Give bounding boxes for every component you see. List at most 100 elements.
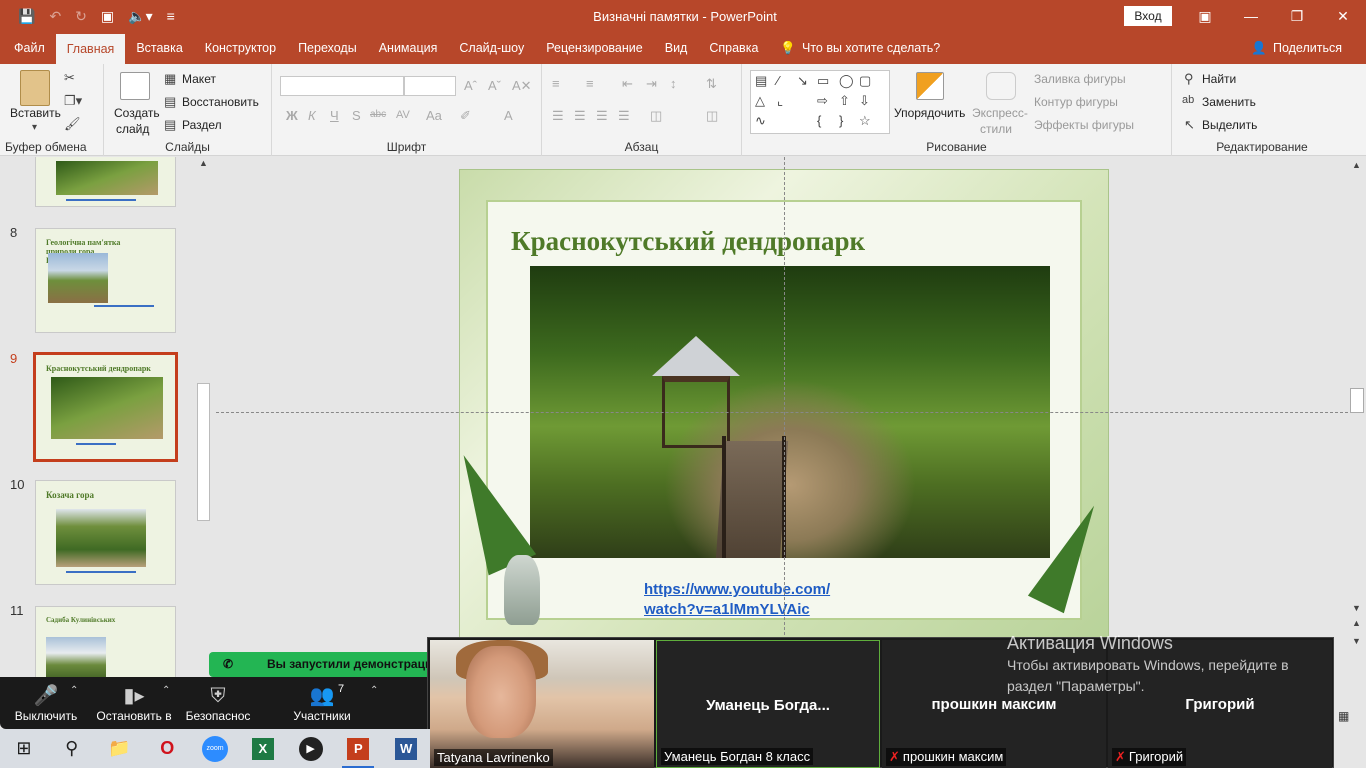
down-arrow-shape-icon[interactable]: ⇩ bbox=[859, 93, 870, 109]
textbox-shape-icon[interactable]: ▤ bbox=[755, 73, 767, 89]
participants-button[interactable]: 👥 Участники 7 ⌃ bbox=[288, 683, 378, 723]
tab-animations[interactable]: Анимация bbox=[368, 32, 449, 64]
signin-button[interactable]: Вход bbox=[1124, 6, 1172, 26]
slide-link-line1[interactable]: https://www.youtube.com/ bbox=[644, 580, 830, 600]
shape-fill-button[interactable]: Заливка фигуры bbox=[1034, 72, 1126, 86]
tab-design[interactable]: Конструктор bbox=[194, 32, 287, 64]
scroll-up-arrow-icon[interactable]: ▲ bbox=[1352, 160, 1361, 170]
scroll-up-arrow-icon[interactable]: ▲ bbox=[199, 158, 208, 168]
zoom-app-icon[interactable]: zoom bbox=[191, 729, 239, 768]
save-icon[interactable]: 💾 bbox=[18, 8, 35, 25]
slide-thumbnail-9-selected[interactable]: Краснокутський дендропарк bbox=[33, 352, 178, 462]
arrange-button[interactable]: Упорядочить bbox=[894, 106, 965, 120]
shape-outline-button[interactable]: Контур фигуры bbox=[1034, 95, 1118, 109]
mute-options-caret-icon[interactable]: ⌃ bbox=[70, 685, 78, 696]
slide-thumbnail-pane[interactable]: 8 Геологічна пам'ятка природи гора Крем'… bbox=[0, 157, 214, 677]
bullets-icon[interactable]: ≡ bbox=[552, 76, 560, 91]
line-spacing-icon[interactable]: ↕ bbox=[670, 76, 677, 91]
stop-video-button[interactable]: ▮▸ Остановить в ⌃ bbox=[92, 683, 176, 723]
slide-thumbnail-10[interactable]: Козача гора bbox=[35, 480, 176, 585]
thumbnail-scroll-thumb[interactable] bbox=[197, 383, 210, 521]
elbow-connector-icon[interactable]: ⌞ bbox=[777, 93, 783, 109]
next-slide-icon[interactable]: ▼ bbox=[1352, 636, 1361, 646]
numbering-icon[interactable]: ≡ bbox=[586, 76, 594, 91]
zoom-share-notification[interactable]: ✆ Вы запустили демонстрацию bbox=[209, 652, 429, 677]
slide-thumbnail-7[interactable] bbox=[35, 157, 176, 207]
powerpoint-icon[interactable]: P bbox=[334, 729, 382, 768]
replace-button[interactable]: Заменить bbox=[1202, 95, 1256, 109]
quick-styles-line2[interactable]: стили bbox=[980, 122, 1012, 136]
text-direction-icon[interactable]: ⇅ bbox=[706, 76, 717, 92]
tab-help[interactable]: Справка bbox=[698, 32, 769, 64]
participants-caret-icon[interactable]: ⌃ bbox=[370, 685, 378, 696]
align-text-icon[interactable]: ◫ bbox=[706, 108, 718, 124]
share-button[interactable]: 👤 Поделиться bbox=[1251, 32, 1342, 64]
triangle-shape-icon[interactable]: △ bbox=[755, 93, 765, 109]
copy-icon[interactable]: ❐▾ bbox=[64, 93, 82, 109]
justify-icon[interactable]: ☰ bbox=[618, 108, 630, 124]
decrease-font-icon[interactable]: Aˇ bbox=[488, 78, 501, 93]
align-center-icon[interactable]: ☰ bbox=[574, 108, 586, 124]
char-spacing-icon[interactable]: AV bbox=[396, 109, 410, 121]
video-tile-umanets[interactable]: Уманець Богда... Уманець Богдан 8 класс bbox=[656, 640, 880, 768]
strikethrough-icon[interactable]: abc bbox=[370, 109, 386, 120]
scroll-down-arrow-icon[interactable]: ▼ bbox=[1352, 603, 1361, 613]
clear-formatting-icon[interactable]: A✕ bbox=[512, 78, 532, 94]
file-explorer-icon[interactable]: 📁 bbox=[96, 729, 144, 768]
arrow-line-shape-icon[interactable]: ↘ bbox=[797, 73, 808, 89]
columns-icon[interactable]: ◫ bbox=[650, 108, 662, 124]
shape-effects-button[interactable]: Эффекты фигуры bbox=[1034, 118, 1134, 132]
minimize-icon[interactable]: — bbox=[1228, 0, 1274, 32]
reset-button[interactable]: Восстановить bbox=[182, 95, 259, 109]
tell-me-box[interactable]: 💡 Что вы хотите сделать? bbox=[769, 32, 951, 64]
shadow-icon[interactable]: S bbox=[352, 108, 361, 123]
close-icon[interactable]: ✕ bbox=[1320, 0, 1366, 32]
section-button[interactable]: Раздел bbox=[182, 118, 222, 132]
quick-styles-icon[interactable] bbox=[986, 72, 1016, 100]
line-shape-icon[interactable]: ∕ bbox=[777, 73, 779, 88]
new-slide-line2[interactable]: слайд bbox=[116, 122, 149, 136]
horizontal-guide[interactable] bbox=[216, 412, 1348, 413]
vertical-guide[interactable] bbox=[784, 157, 785, 640]
slide-link-line2[interactable]: watch?v=a1lMmYLVAic bbox=[644, 600, 830, 620]
slide-youtube-link[interactable]: https://www.youtube.com/ watch?v=a1lMmYL… bbox=[644, 580, 830, 620]
arrange-icon[interactable] bbox=[916, 72, 944, 100]
excel-icon[interactable]: X bbox=[239, 729, 287, 768]
paste-icon[interactable] bbox=[20, 70, 50, 106]
paste-dropdown-icon[interactable]: ▾ bbox=[32, 122, 37, 133]
up-arrow-shape-icon[interactable]: ⇧ bbox=[839, 93, 850, 109]
windows-start-icon[interactable]: ⊞ bbox=[0, 729, 48, 768]
video-options-caret-icon[interactable]: ⌃ bbox=[162, 685, 170, 696]
quick-styles-line1[interactable]: Экспресс- bbox=[972, 106, 1028, 120]
ribbon-display-options-icon[interactable]: ▣ bbox=[1182, 0, 1228, 32]
undo-icon[interactable]: ↶ bbox=[49, 8, 61, 25]
cut-icon[interactable]: ✂ bbox=[64, 70, 75, 86]
restore-icon[interactable]: ❐ bbox=[1274, 0, 1320, 32]
tab-review[interactable]: Рецензирование bbox=[535, 32, 654, 64]
tab-file[interactable]: Файл bbox=[0, 32, 56, 64]
align-left-icon[interactable]: ☰ bbox=[552, 108, 564, 124]
tab-transitions[interactable]: Переходы bbox=[287, 32, 368, 64]
change-case-icon[interactable]: Aa bbox=[426, 108, 442, 123]
slide-thumbnail-11[interactable]: Садиба Кулинівських bbox=[35, 606, 176, 677]
word-icon[interactable]: W bbox=[382, 729, 430, 768]
italic-icon[interactable]: К bbox=[308, 108, 316, 123]
slide-thumbnail-8[interactable]: Геологічна пам'ятка природи гора Крем'ян… bbox=[35, 228, 176, 333]
shapes-gallery[interactable]: ▤ ∕ ↘ ▭ ◯ ▢ △ ⌞ ⇨ ⇧ ⇩ ∿ { } ☆ bbox=[750, 70, 890, 134]
mute-button[interactable]: 🎤 Выключить ⌃ bbox=[8, 683, 84, 723]
format-painter-icon[interactable]: 🖌 bbox=[64, 116, 81, 132]
oval-shape-icon[interactable]: ◯ bbox=[839, 73, 854, 89]
right-arrow-shape-icon[interactable]: ⇨ bbox=[817, 93, 828, 109]
tab-slideshow[interactable]: Слайд-шоу bbox=[448, 32, 535, 64]
right-brace-shape-icon[interactable]: } bbox=[839, 113, 843, 128]
layout-button[interactable]: Макет bbox=[182, 72, 216, 86]
media-player-icon[interactable]: ▶ bbox=[287, 729, 335, 768]
security-button[interactable]: ⛨ Безопаснос bbox=[182, 683, 254, 723]
freeform-shape-icon[interactable]: ∿ bbox=[755, 113, 766, 129]
increase-indent-icon[interactable]: ⇥ bbox=[646, 76, 657, 92]
star-shape-icon[interactable]: ☆ bbox=[859, 113, 871, 129]
font-size-combo[interactable] bbox=[404, 76, 456, 96]
present-from-start-icon[interactable]: ▣ bbox=[101, 8, 114, 25]
align-right-icon[interactable]: ☰ bbox=[596, 108, 608, 124]
opera-icon[interactable]: O bbox=[143, 729, 191, 768]
